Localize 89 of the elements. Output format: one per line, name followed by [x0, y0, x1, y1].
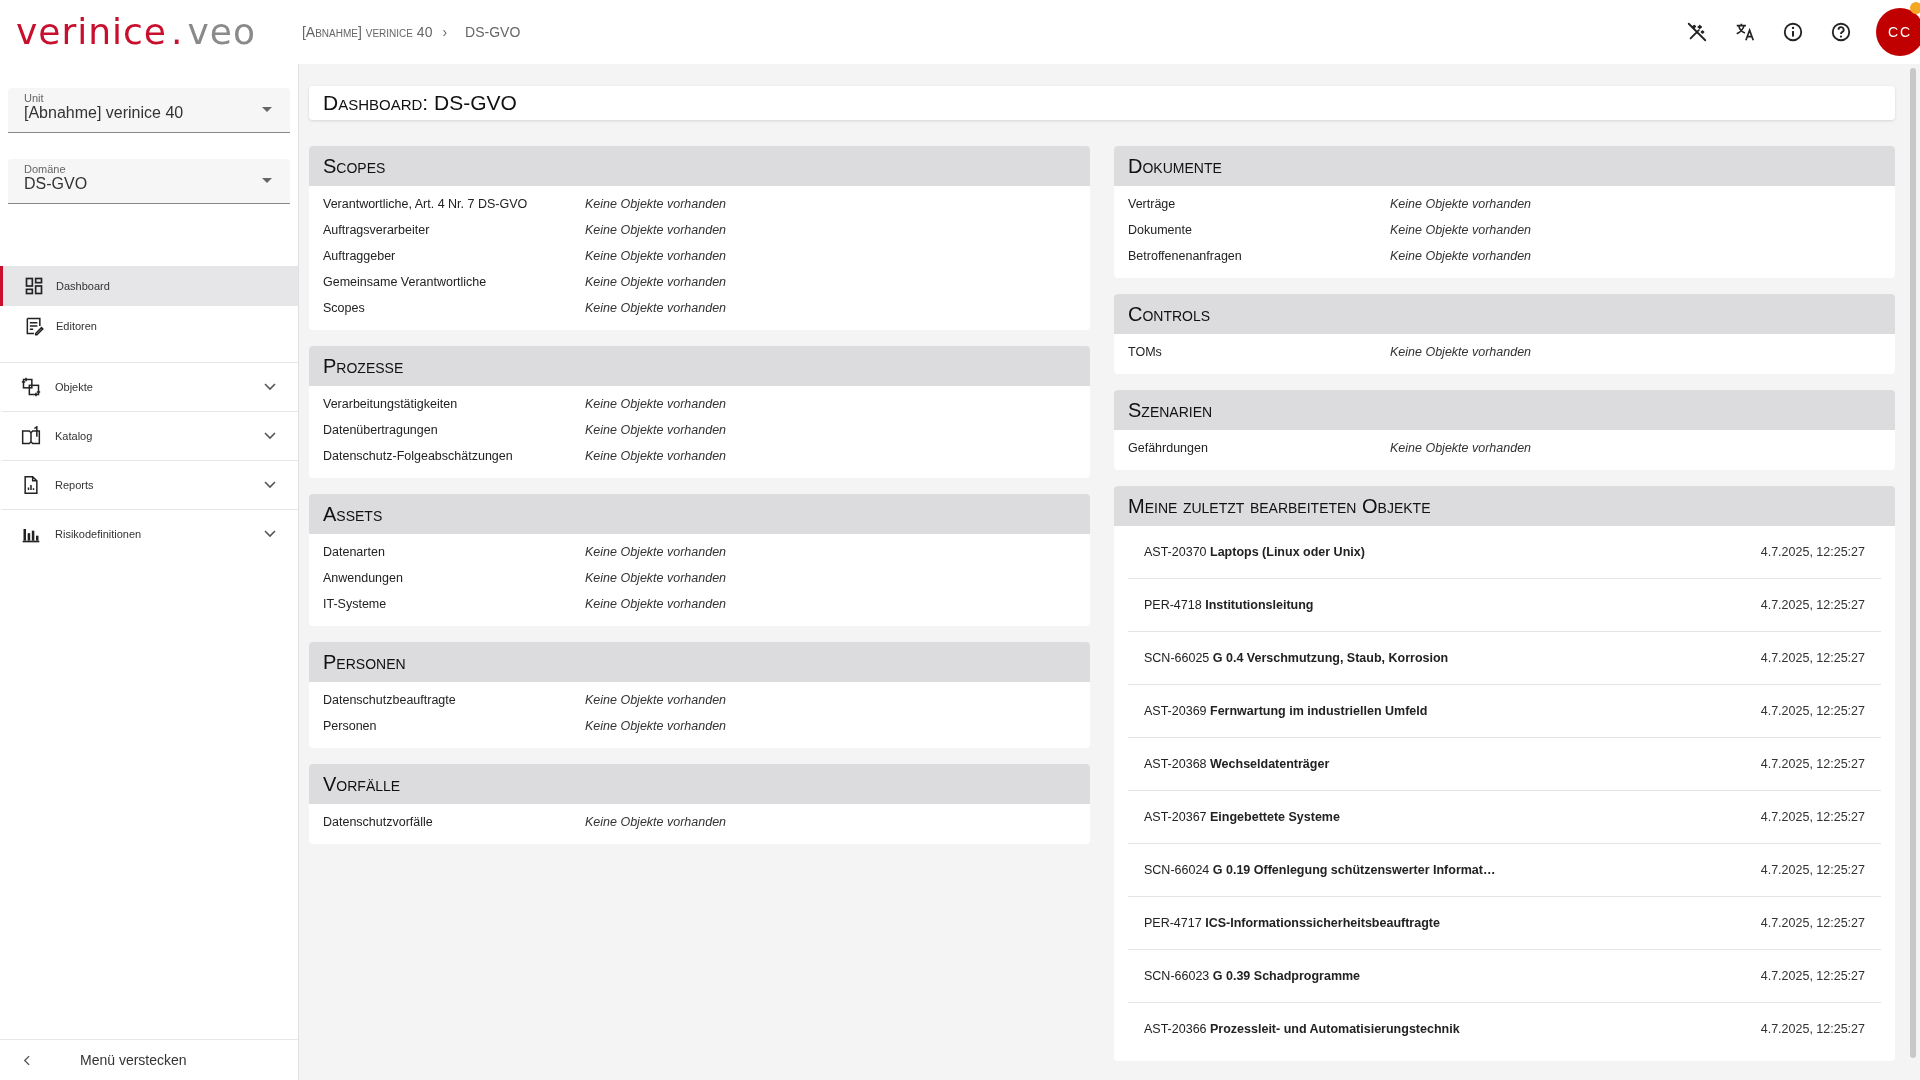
- empty-text: Keine Objekte vorhanden: [585, 449, 727, 463]
- hide-menu-button[interactable]: Menü verstecken: [0, 1039, 298, 1080]
- info-icon[interactable]: [1782, 21, 1804, 43]
- empty-text: Keine Objekte vorhanden: [1390, 345, 1532, 359]
- select-field[interactable]: Unit [Abnahme] verinice 40: [8, 88, 290, 133]
- empty-text: Keine Objekte vorhanden: [585, 223, 727, 237]
- section-title: Szenarien: [1128, 398, 1213, 422]
- report-icon: [21, 475, 41, 495]
- empty-text: Keine Objekte vorhanden: [1390, 249, 1532, 263]
- recent-object-item[interactable]: AST-20368 Wechseldatenträger 4.7.2025, 12:25:27: [1128, 738, 1881, 791]
- objects-icon: [21, 377, 41, 397]
- chevron-icon: [264, 383, 276, 391]
- object-type-label: Gemeinsame Verantwortliche: [323, 275, 488, 289]
- empty-text: Keine Objekte vorhanden: [585, 423, 727, 437]
- object-type-label: Datenschutz-Folgeabschätzungen: [323, 449, 514, 463]
- object-type-label: Verarbeitungstätigkeiten: [323, 397, 459, 411]
- section-title: Assets: [323, 502, 383, 526]
- dropdown-icon: [262, 107, 272, 112]
- object-type-label: Betroffenenanfragen: [1128, 249, 1243, 263]
- nav-item[interactable]: Editoren: [0, 306, 298, 346]
- object-type-label: Datenschutzbeauftragte: [323, 693, 457, 707]
- recent-object-item[interactable]: PER-4717 ICS-Informationssicherheitsbeauftragte 4.7.2025, 12:25:27: [1128, 897, 1881, 950]
- object-type-label: Datenschutzvorfälle: [323, 815, 434, 829]
- breadcrumb-link[interactable]: DS-GVO: [465, 24, 521, 40]
- recent-object-item[interactable]: AST-20370 Laptops (Linux oder Unix) 4.7.2025, 12:25:27: [1128, 526, 1881, 579]
- dropdown-icon: [262, 178, 272, 183]
- object-type-label: TOMs: [1128, 345, 1163, 359]
- object-type-label: Datenübertragungen: [323, 423, 439, 437]
- user-avatar[interactable]: CC: [1876, 8, 1920, 56]
- logo: verinice.veo: [16, 12, 256, 52]
- object-type-label: Scopes: [323, 301, 366, 315]
- recent-object-item[interactable]: PER-4718 Institutionsleitung 4.7.2025, 12:25:27: [1128, 579, 1881, 632]
- chevron-icon: [264, 432, 276, 440]
- empty-text: Keine Objekte vorhanden: [585, 249, 727, 263]
- section-title: Prozesse: [323, 354, 404, 378]
- chevron-icon: [264, 481, 276, 489]
- empty-text: Keine Objekte vorhanden: [585, 397, 727, 411]
- nav-item[interactable]: Reports: [0, 461, 298, 510]
- help-icon[interactable]: [1830, 21, 1852, 43]
- recent-object-item[interactable]: AST-20366 Prozessleit- und Automatisierungstechnik 4.7.2025, 12:25:27: [1128, 1003, 1881, 1055]
- empty-text: Keine Objekte vorhanden: [1390, 441, 1532, 455]
- object-type-label: Dokumente: [1128, 223, 1193, 237]
- recent-object-item[interactable]: AST-20369 Fernwartung im industriellen Umfeld 4.7.2025, 12:25:27: [1128, 685, 1881, 738]
- section-title: Scopes: [323, 154, 386, 178]
- breadcrumb-link[interactable]: [Abnahme] verinice 40: [301, 24, 433, 40]
- object-type-label: Gefährdungen: [1128, 441, 1209, 455]
- empty-text: Keine Objekte vorhanden: [585, 693, 727, 707]
- catalog-icon: [21, 426, 41, 446]
- select-field[interactable]: Domäne DS-GVO: [8, 159, 290, 204]
- empty-text: Keine Objekte vorhanden: [585, 571, 727, 585]
- empty-text: Keine Objekte vorhanden: [585, 545, 727, 559]
- recent-object-item[interactable]: AST-20367 Eingebettete Systeme 4.7.2025, 12:25:27: [1128, 791, 1881, 844]
- object-type-label: Personen: [323, 719, 378, 733]
- dashboard-icon: [24, 276, 44, 296]
- object-type-label: Verträge: [1128, 197, 1177, 211]
- section-title: Dokumente: [1128, 154, 1222, 178]
- section-title: Controls: [1128, 302, 1211, 326]
- empty-text: Keine Objekte vorhanden: [585, 815, 727, 829]
- empty-text: Keine Objekte vorhanden: [1390, 197, 1532, 211]
- recent-object-item[interactable]: SCN-66024 G 0.19 Offenlegung schützenswerter Informat… 4.7.2025, 12:25:27: [1128, 844, 1881, 897]
- page-title: Dashboard: DS-GVO: [323, 91, 517, 115]
- object-type-label: Datenarten: [323, 545, 386, 559]
- section-title: Personen: [323, 650, 406, 674]
- recent-object-item[interactable]: SCN-66023 G 0.39 Schadprogramme 4.7.2025, 12:25:27: [1128, 950, 1881, 1003]
- empty-text: Keine Objekte vorhanden: [585, 301, 727, 315]
- section-title: Vorfälle: [323, 772, 401, 796]
- empty-text: Keine Objekte vorhanden: [585, 197, 727, 211]
- object-type-label: Anwendungen: [323, 571, 404, 585]
- nav-item[interactable]: Katalog: [0, 412, 298, 461]
- object-type-label: IT-Systeme: [323, 597, 388, 611]
- breadcrumb-separator: ›: [442, 24, 448, 40]
- nav-item[interactable]: Risikodefinitionen: [0, 510, 298, 558]
- empty-text: Keine Objekte vorhanden: [585, 275, 727, 289]
- object-type-label: Verantwortliche, Art. 4 Nr. 7 DS-GVO: [323, 197, 529, 211]
- empty-text: Keine Objekte vorhanden: [585, 719, 727, 733]
- nav-item[interactable]: Objekte: [0, 363, 298, 412]
- nav-item[interactable]: Dashboard: [0, 266, 298, 306]
- scrollbar[interactable]: [1905, 64, 1920, 1080]
- translate-icon[interactable]: [1734, 21, 1756, 43]
- object-type-label: Auftraggeber: [323, 249, 397, 263]
- editor-icon: [24, 316, 44, 336]
- chevron-icon: [264, 530, 276, 538]
- wand-off-icon[interactable]: [1686, 21, 1708, 43]
- section-title: Meine zuletzt bearbeiteten Objekte: [1128, 494, 1431, 518]
- empty-text: Keine Objekte vorhanden: [1390, 223, 1532, 237]
- object-type-label: Auftragsverarbeiter: [323, 223, 431, 237]
- recent-object-item[interactable]: SCN-66025 G 0.4 Verschmutzung, Staub, Korrosion 4.7.2025, 12:25:27: [1128, 632, 1881, 685]
- chevron-icon: [23, 1054, 30, 1066]
- empty-text: Keine Objekte vorhanden: [585, 597, 727, 611]
